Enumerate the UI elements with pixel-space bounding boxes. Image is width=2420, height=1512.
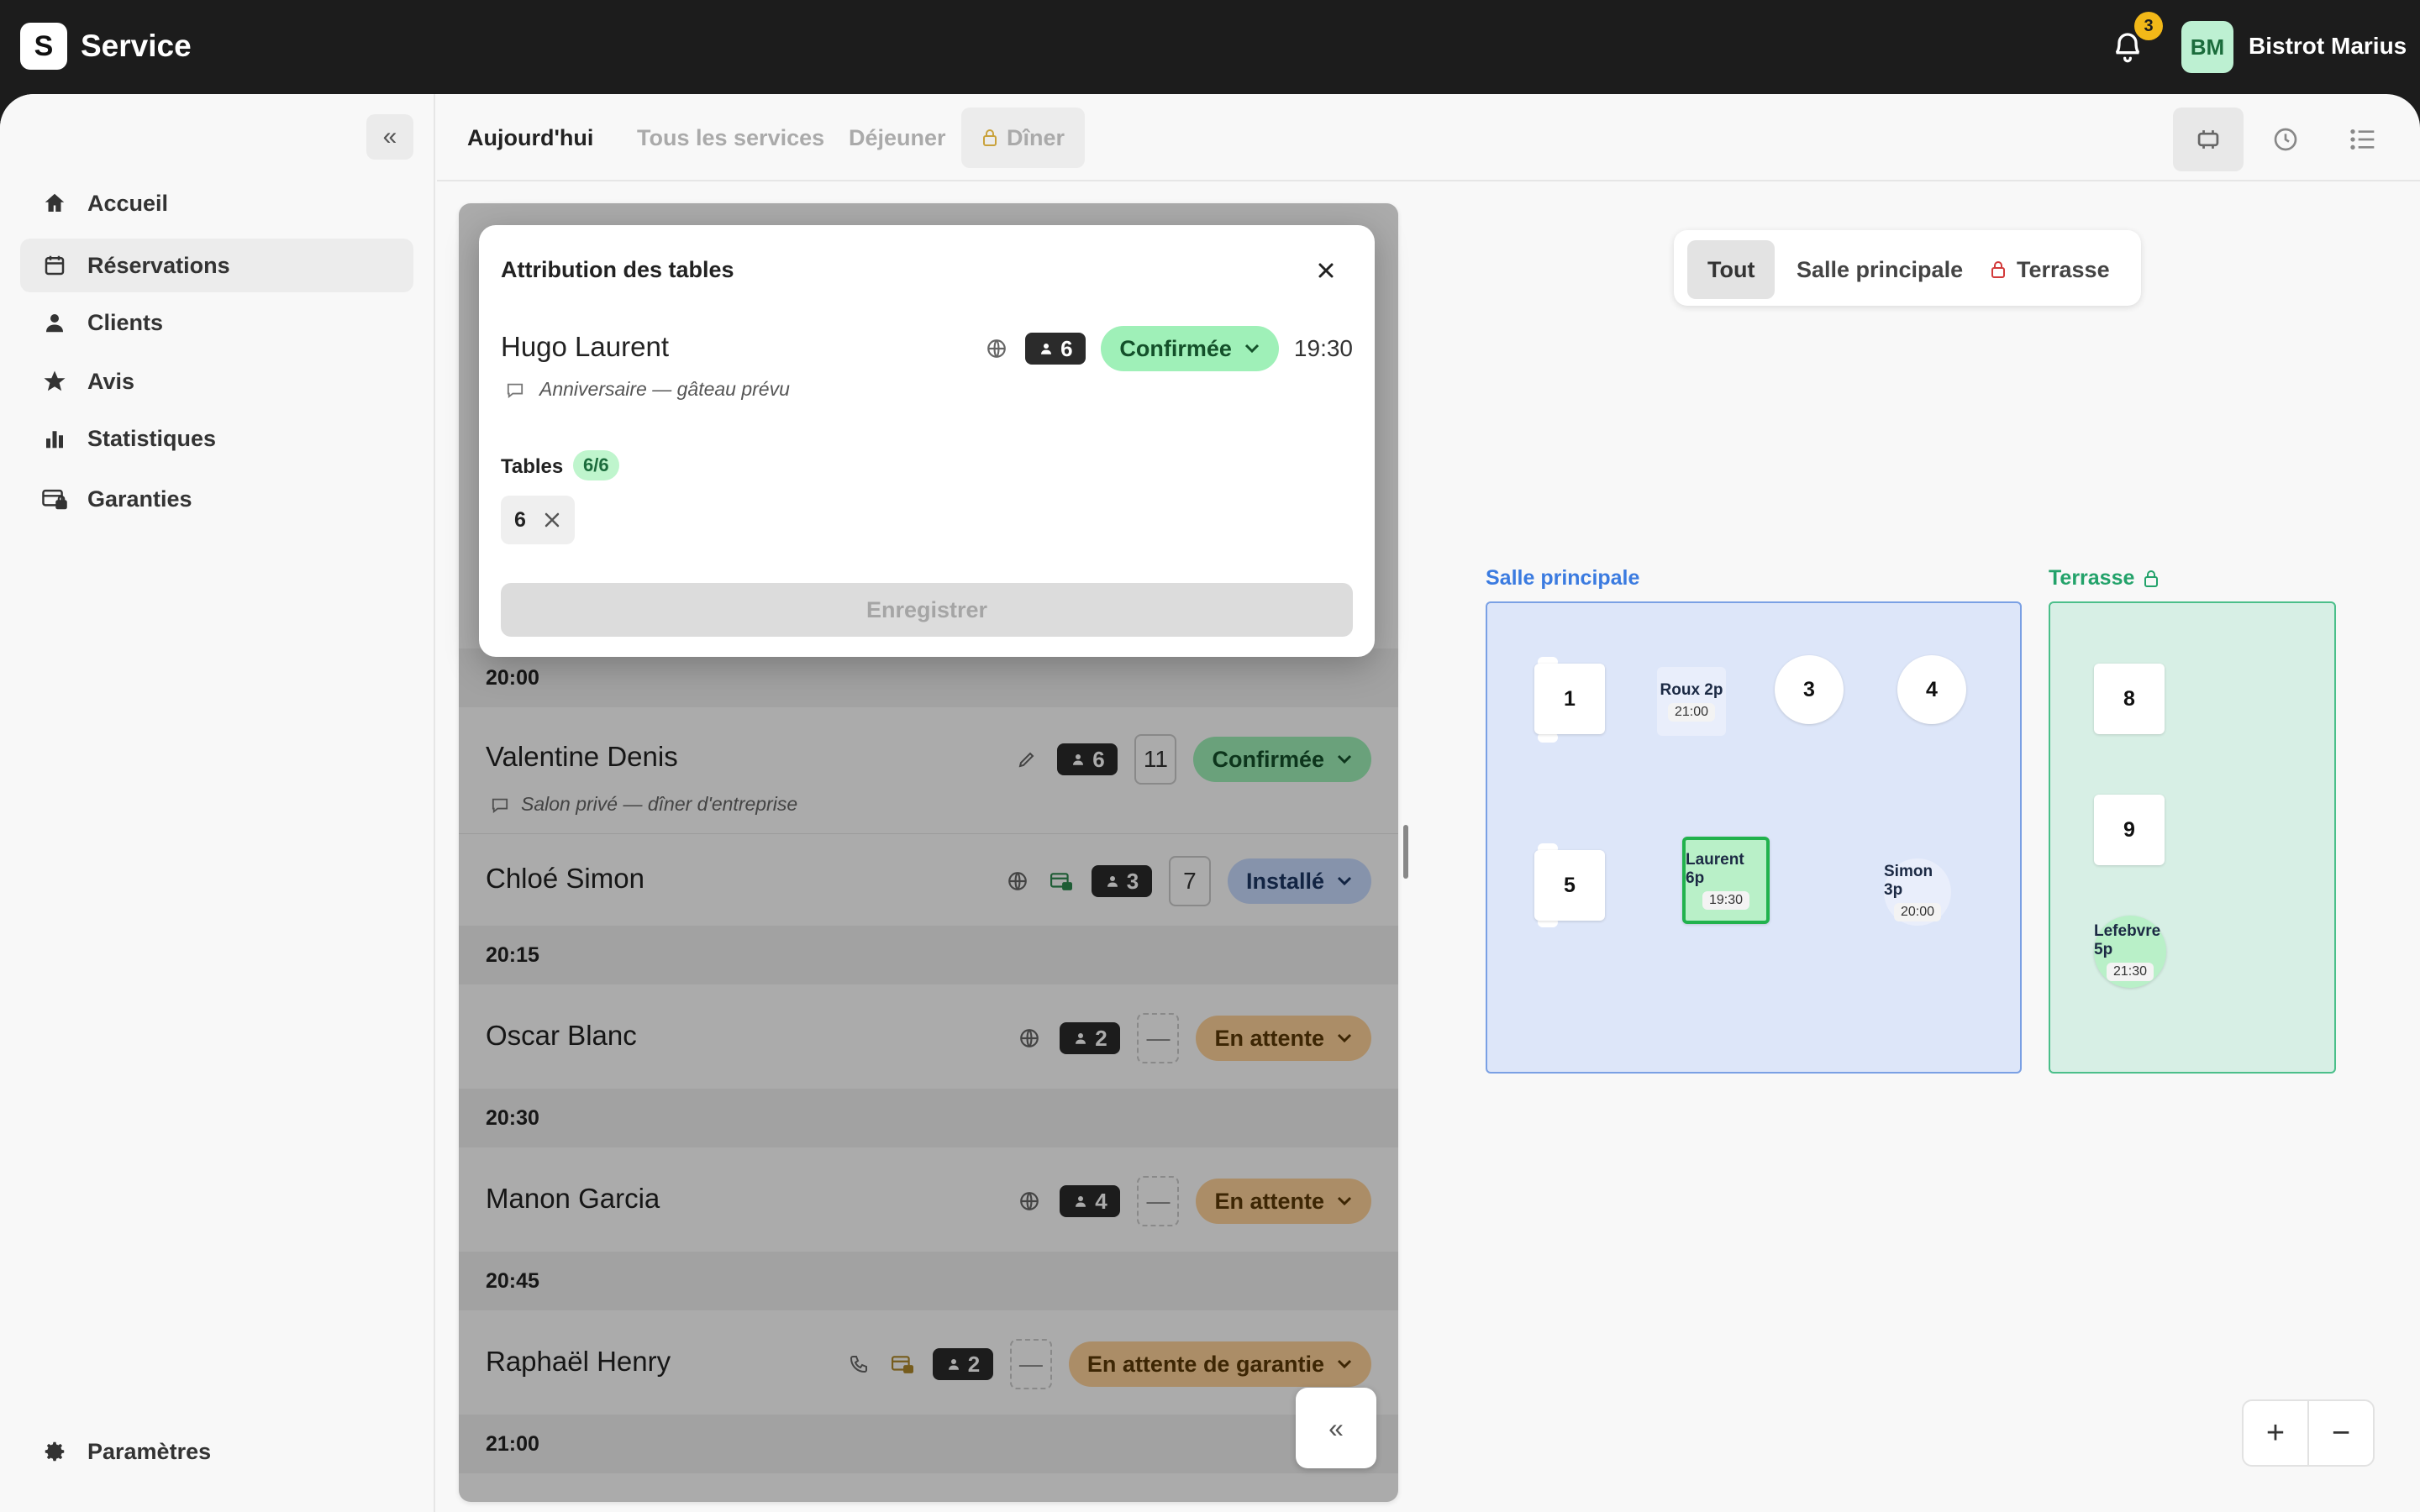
sidebar-item-parametres[interactable]: Paramètres bbox=[20, 1425, 413, 1478]
close-icon[interactable] bbox=[1311, 255, 1341, 286]
gear-icon bbox=[40, 1437, 69, 1466]
status-dropdown[interactable]: Confirmée bbox=[1101, 326, 1279, 371]
service-tabs: Aujourd'hui Tous les services Déjeuner D… bbox=[437, 94, 2420, 181]
lock-icon bbox=[2144, 570, 2159, 587]
comment-icon bbox=[507, 383, 523, 398]
bar-chart-icon bbox=[40, 424, 69, 453]
sidebar-item-garanties[interactable]: Garanties bbox=[20, 472, 413, 526]
notification-badge: 3 bbox=[2134, 12, 2163, 40]
restaurant-name[interactable]: Bistrot Marius bbox=[2249, 30, 2407, 62]
modal-title: Attribution des tables bbox=[501, 257, 734, 282]
sidebar-item-label: Statistiques bbox=[87, 425, 217, 451]
table-guest: Laurent 6p bbox=[1686, 851, 1744, 887]
star-icon bbox=[40, 367, 69, 396]
zone-main-room: 1 Roux 2p 21:00 3 4 5 Laurent 6p 19:30 S… bbox=[1486, 601, 2022, 1074]
zone-filter-terrace[interactable]: Terrasse bbox=[1970, 240, 2130, 299]
zone-label-terrace: Terrasse bbox=[2049, 566, 2160, 591]
floor-table-5[interactable]: 5 bbox=[1534, 850, 1605, 921]
floor-table-1[interactable]: 1 bbox=[1534, 664, 1605, 734]
tab-label: Dîner bbox=[1007, 124, 1065, 150]
zoom-controls: + − bbox=[2242, 1399, 2375, 1467]
sidebar-item-label: Clients bbox=[87, 309, 164, 335]
table-guest: Lefebvre 5p bbox=[2094, 922, 2161, 958]
chevron-down-icon bbox=[1244, 344, 1259, 354]
reservation-note: Anniversaire — gâteau prévu bbox=[506, 378, 790, 401]
remove-table-icon[interactable] bbox=[543, 511, 561, 529]
table-time: 21:00 bbox=[1667, 703, 1716, 722]
sidebar-item-reservations[interactable]: Réservations bbox=[20, 239, 413, 292]
calendar-icon bbox=[40, 251, 69, 280]
list-view-button[interactable] bbox=[2328, 108, 2398, 171]
floor-plan-view-button[interactable] bbox=[2173, 108, 2244, 171]
zone-terrace: 8 9 Lefebvre 5p 21:30 bbox=[2049, 601, 2336, 1074]
sidebar-item-statistiques[interactable]: Statistiques bbox=[20, 412, 413, 465]
table-time: 20:00 bbox=[1893, 903, 1942, 921]
sidebar-item-label: Garanties bbox=[87, 486, 192, 512]
tables-capacity-badge: 6/6 bbox=[573, 450, 619, 480]
table-guest: Roux 2p bbox=[1660, 681, 1723, 699]
tables-label: Tables bbox=[501, 455, 564, 478]
zoom-in-button[interactable]: + bbox=[2244, 1401, 2309, 1465]
floor-table-laurent[interactable]: Laurent 6p 19:30 bbox=[1682, 837, 1770, 924]
tab-dinner[interactable]: Dîner bbox=[961, 108, 1086, 168]
sidebar: « Accueil Réservations Clients Avis Stat… bbox=[0, 94, 435, 1512]
table-time: 21:30 bbox=[2106, 963, 2154, 981]
tab-lunch[interactable]: Déjeuner bbox=[829, 108, 966, 168]
sidebar-item-avis[interactable]: Avis bbox=[20, 354, 413, 408]
sidebar-item-label: Réservations bbox=[87, 252, 230, 278]
table-guest: Simon 3p bbox=[1884, 863, 1933, 899]
top-bar: S Service 3 BM Bistrot Marius bbox=[0, 0, 2420, 94]
floor-table-8[interactable]: 8 bbox=[2094, 664, 2165, 734]
reservation-time: 19:30 bbox=[1293, 335, 1353, 361]
expand-list-button[interactable]: « bbox=[1296, 1388, 1376, 1468]
app-logo[interactable]: S bbox=[20, 23, 67, 70]
party-size-badge: 6 bbox=[1025, 333, 1086, 365]
collapse-sidebar-button[interactable]: « bbox=[366, 114, 413, 160]
zoom-out-button[interactable]: − bbox=[2309, 1401, 2373, 1465]
timeline-view-button[interactable] bbox=[2250, 108, 2321, 171]
save-button[interactable]: Enregistrer bbox=[501, 583, 1353, 637]
floor-table-9[interactable]: 9 bbox=[2094, 795, 2165, 865]
tab-today[interactable]: Aujourd'hui bbox=[447, 108, 613, 168]
floor-table-3[interactable]: 3 bbox=[1775, 655, 1844, 724]
note-text: Anniversaire — gâteau prévu bbox=[539, 378, 790, 400]
floor-table-simon[interactable]: Simon 3p 20:00 bbox=[1884, 858, 1951, 926]
zone-filter-label: Terrasse bbox=[2017, 256, 2110, 282]
sidebar-item-label: Avis bbox=[87, 368, 135, 394]
table-assignment-modal: Attribution des tables Hugo Laurent 6 Co… bbox=[479, 225, 1375, 657]
sidebar-item-clients[interactable]: Clients bbox=[20, 296, 413, 349]
sidebar-item-label: Paramètres bbox=[87, 1438, 212, 1464]
person-icon bbox=[1041, 344, 1052, 354]
assigned-table-chip: 6 bbox=[501, 496, 575, 544]
zone-filter-all[interactable]: Tout bbox=[1687, 240, 1776, 299]
home-icon bbox=[40, 189, 69, 218]
card-lock-icon bbox=[40, 485, 69, 513]
app-title: Service bbox=[81, 29, 192, 63]
sidebar-item-label: Accueil bbox=[87, 190, 169, 216]
lock-icon bbox=[1991, 261, 2005, 278]
web-icon bbox=[983, 335, 1010, 362]
panel-resize-handle[interactable] bbox=[1403, 825, 1408, 879]
zone-label-main: Salle principale bbox=[1486, 566, 1640, 590]
guest-meta: 6 Confirmée 19:30 bbox=[968, 326, 1353, 371]
floor-table-roux[interactable]: Roux 2p 21:00 bbox=[1657, 667, 1726, 736]
zone-filter: Tout Salle principale Terrasse bbox=[1674, 230, 2141, 306]
sidebar-item-accueil[interactable]: Accueil bbox=[20, 176, 413, 230]
person-icon bbox=[40, 308, 69, 337]
tab-all-services[interactable]: Tous les services bbox=[617, 108, 844, 168]
avatar[interactable]: BM bbox=[2181, 21, 2233, 73]
floor-table-lefebvre[interactable]: Lefebvre 5p 21:30 bbox=[2094, 916, 2166, 988]
floor-table-4[interactable]: 4 bbox=[1897, 655, 1966, 724]
guest-name: Hugo Laurent bbox=[501, 331, 669, 362]
zone-filter-main-room[interactable]: Salle principale bbox=[1776, 240, 1983, 299]
lock-icon bbox=[981, 129, 998, 147]
table-time: 19:30 bbox=[1702, 891, 1750, 910]
